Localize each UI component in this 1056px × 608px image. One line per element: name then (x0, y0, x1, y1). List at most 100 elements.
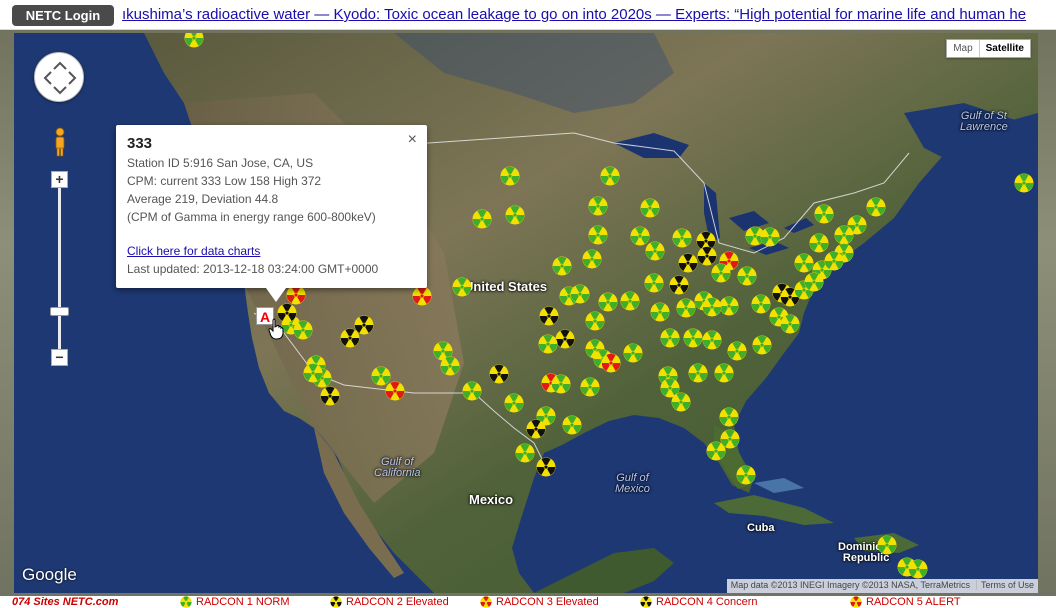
radiation-marker-icon[interactable] (669, 275, 689, 295)
radiation-marker-icon[interactable] (809, 233, 829, 253)
radiation-marker-icon[interactable] (834, 225, 854, 245)
radiation-marker-icon[interactable] (650, 302, 670, 322)
station-cpm-text: CPM: current 333 Low 158 High 372 (127, 174, 322, 188)
radiation-marker-icon[interactable] (908, 559, 928, 579)
radiation-marker-icon[interactable] (320, 386, 340, 406)
legend-site-count: 074 Sites NETC.com (12, 596, 119, 608)
radiation-marker-icon[interactable] (702, 330, 722, 350)
legend-radiation-icon (330, 596, 342, 608)
radiation-marker-icon[interactable] (737, 266, 757, 286)
radiation-marker-icon[interactable] (645, 241, 665, 261)
radiation-marker-icon[interactable] (688, 363, 708, 383)
radiation-marker-icon[interactable] (702, 297, 722, 317)
legend-radiation-icon (640, 596, 652, 608)
radiation-marker-icon[interactable] (505, 205, 525, 225)
radiation-marker-icon[interactable] (462, 381, 482, 401)
top-bar: NETC Login ıkushima’s radioactive water … (0, 0, 1056, 30)
radiation-marker-icon[interactable] (588, 225, 608, 245)
radiation-marker-icon[interactable] (719, 296, 739, 316)
radiation-marker-icon[interactable] (585, 311, 605, 331)
radiation-marker-icon[interactable] (623, 343, 643, 363)
radiation-marker-icon[interactable] (551, 374, 571, 394)
radiation-marker-icon[interactable] (440, 356, 460, 376)
google-logo: Google (22, 565, 77, 584)
radiation-marker-icon[interactable] (678, 253, 698, 273)
label-gulf-of-mexico: Gulf of Mexico (615, 472, 650, 495)
zoom-track[interactable] (58, 186, 61, 356)
radiation-marker-icon[interactable] (598, 292, 618, 312)
map-type-satellite-button[interactable]: Satellite (978, 40, 1030, 57)
radiation-marker-icon[interactable] (570, 284, 590, 304)
data-charts-link[interactable]: Click here for data charts (127, 244, 260, 258)
radiation-marker-icon[interactable] (804, 272, 824, 292)
radiation-marker-icon[interactable] (354, 315, 374, 335)
radcon-legend: 074 Sites NETC.com RADCON 1 NORM RADCON … (0, 596, 1056, 608)
pan-control[interactable] (34, 52, 84, 102)
radiation-marker-icon[interactable] (660, 328, 680, 348)
radiation-marker-icon[interactable] (293, 320, 313, 340)
radiation-marker-icon[interactable] (780, 314, 800, 334)
radiation-marker-icon[interactable] (538, 334, 558, 354)
legend-item-radcon-5: RADCON 5 ALERT (850, 596, 961, 608)
radiation-marker-icon[interactable] (580, 377, 600, 397)
map-type-map-button[interactable]: Map (947, 40, 978, 57)
radiation-marker-icon[interactable] (814, 204, 834, 224)
radiation-marker-icon[interactable] (672, 228, 692, 248)
radiation-marker-icon[interactable] (552, 256, 572, 276)
radiation-marker-icon[interactable] (536, 457, 556, 477)
radiation-marker-icon[interactable] (866, 197, 886, 217)
radiation-marker-icon[interactable] (720, 429, 740, 449)
radiation-marker-icon[interactable] (472, 209, 492, 229)
station-range-text: (CPM of Gamma in energy range 600-800keV… (127, 210, 376, 224)
close-icon[interactable]: × (408, 131, 417, 149)
radiation-marker-icon[interactable] (671, 392, 691, 412)
radiation-marker-icon[interactable] (515, 443, 535, 463)
radiation-marker-icon[interactable] (676, 298, 696, 318)
pegman-icon[interactable] (53, 127, 67, 157)
radiation-marker-icon[interactable] (683, 328, 703, 348)
radiation-marker-icon[interactable] (736, 465, 756, 485)
zoom-in-button[interactable]: + (51, 171, 68, 188)
pan-arrows-icon (43, 61, 77, 95)
radiation-marker-icon[interactable] (588, 196, 608, 216)
news-ticker-link[interactable]: ıkushima’s radioactive water — Kyodo: To… (122, 6, 1026, 23)
radiation-marker-icon[interactable] (539, 306, 559, 326)
radiation-marker-icon[interactable] (727, 341, 747, 361)
radiation-marker-icon[interactable] (824, 251, 844, 271)
zoom-slider-handle[interactable] (50, 307, 69, 316)
terms-of-use-link[interactable]: Terms of Use (975, 580, 1034, 590)
satellite-terrain (14, 33, 1038, 593)
radiation-marker-icon[interactable] (714, 363, 734, 383)
radiation-marker-icon[interactable] (489, 364, 509, 384)
radiation-marker-icon[interactable] (620, 291, 640, 311)
legend-item-radcon-4: RADCON 4 Concern (640, 596, 757, 608)
radiation-marker-icon[interactable] (555, 329, 575, 349)
radiation-marker-icon[interactable] (719, 407, 739, 427)
radiation-marker-icon[interactable] (184, 33, 204, 48)
radiation-marker-icon[interactable] (286, 285, 306, 305)
radiation-marker-icon[interactable] (562, 415, 582, 435)
radiation-marker-icon[interactable] (303, 363, 323, 383)
radiation-marker-icon[interactable] (412, 286, 432, 306)
radiation-marker-icon[interactable] (452, 277, 472, 297)
radiation-marker-icon[interactable] (504, 393, 524, 413)
radiation-marker-icon[interactable] (760, 227, 780, 247)
radiation-marker-icon[interactable] (1014, 173, 1034, 193)
radiation-marker-icon[interactable] (640, 198, 660, 218)
radiation-marker-icon[interactable] (500, 166, 520, 186)
radiation-marker-icon[interactable] (711, 263, 731, 283)
radiation-marker-icon[interactable] (582, 249, 602, 269)
radiation-marker-icon[interactable] (877, 535, 897, 555)
radiation-marker-icon[interactable] (600, 166, 620, 186)
netc-login-button[interactable]: NETC Login (12, 5, 114, 26)
zoom-out-button[interactable]: − (51, 349, 68, 366)
radiation-marker-icon[interactable] (644, 273, 664, 293)
radiation-marker-icon[interactable] (526, 419, 546, 439)
radiation-marker-icon[interactable] (751, 294, 771, 314)
map-canvas[interactable]: Map Satellite + − United States Mexico C… (14, 33, 1038, 593)
radiation-marker-icon[interactable] (794, 253, 814, 273)
radiation-marker-icon[interactable] (385, 381, 405, 401)
radiation-marker-icon[interactable] (752, 335, 772, 355)
radiation-marker-icon[interactable] (601, 353, 621, 373)
legend-radiation-icon (180, 596, 192, 608)
